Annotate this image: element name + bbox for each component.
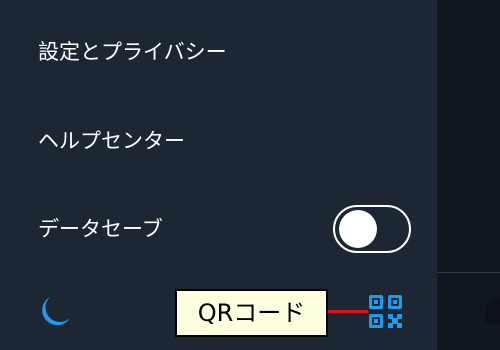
qr-code-label-text: QRコード xyxy=(197,299,306,327)
qr-code-label: QRコード xyxy=(175,289,328,337)
qr-code-icon[interactable] xyxy=(368,294,403,329)
toggle-knob xyxy=(339,210,377,248)
annotation-connector xyxy=(328,310,368,313)
menu-item-data-saver[interactable]: データセーブ xyxy=(38,215,163,243)
data-saver-toggle[interactable] xyxy=(333,205,411,253)
menu-item-label: データセーブ xyxy=(38,217,163,241)
menu-item-help-center[interactable]: ヘルプセンター xyxy=(38,127,185,155)
menu-item-label: ヘルプセンター xyxy=(38,129,185,153)
menu-item-label: 設定とプライバシー xyxy=(38,40,227,64)
menu-item-settings-privacy[interactable]: 設定とプライバシー xyxy=(38,38,227,66)
home-icon[interactable] xyxy=(481,290,500,330)
moon-icon[interactable] xyxy=(36,294,72,330)
divider xyxy=(437,272,500,273)
